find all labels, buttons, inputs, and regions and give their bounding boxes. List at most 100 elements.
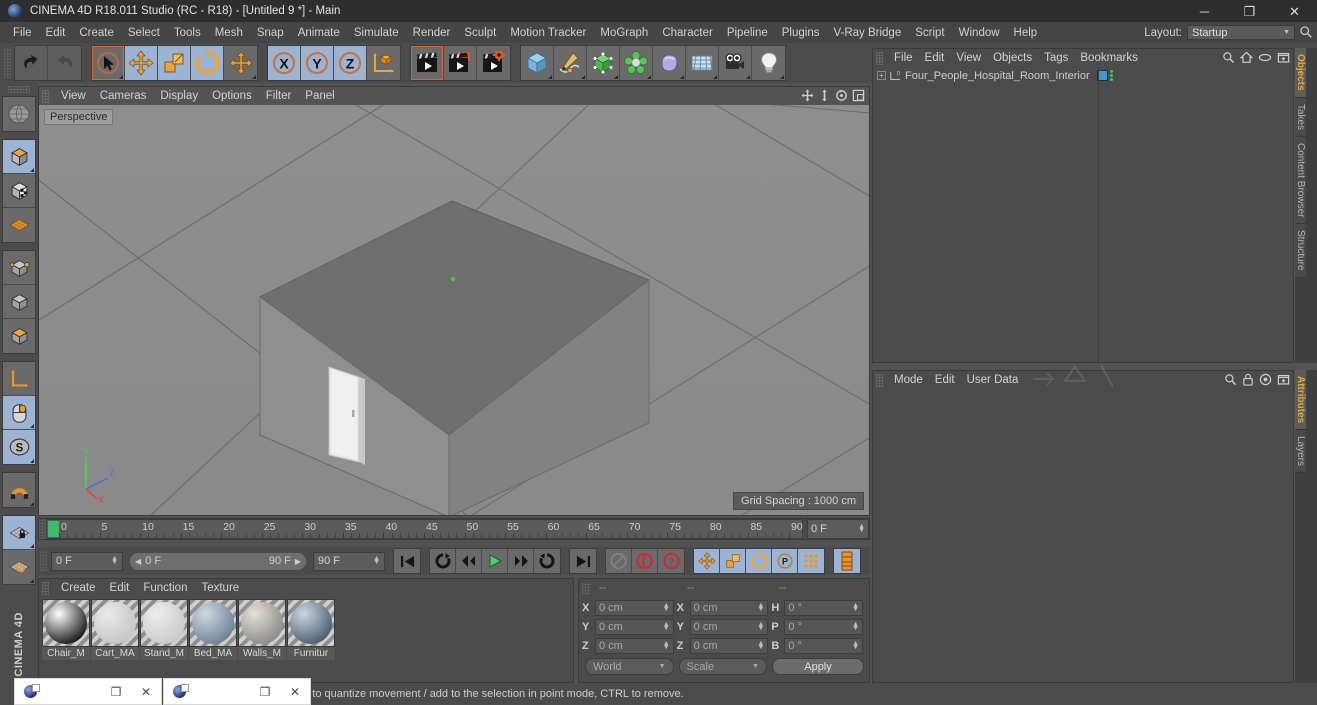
polygons-mode-button[interactable]: [3, 319, 35, 353]
spinner-icon[interactable]: ▲ ▼: [373, 555, 380, 566]
material-thumbnail[interactable]: [140, 599, 188, 647]
timeline-playhead[interactable]: [48, 521, 59, 537]
right-tab-content-browser[interactable]: Content Browser: [1295, 136, 1306, 225]
overlay-close-1[interactable]: ✕: [131, 685, 161, 699]
menu-item-file[interactable]: File: [6, 25, 39, 41]
maximize-button[interactable]: ❐: [1227, 0, 1272, 22]
menu-item-animate[interactable]: Animate: [291, 25, 347, 41]
visible-editor-dot[interactable]: [1109, 70, 1113, 73]
menu-item-pipeline[interactable]: Pipeline: [720, 25, 775, 41]
spinner-icon[interactable]: ▲ ▼: [852, 602, 859, 613]
menu-item-sculpt[interactable]: Sculpt: [457, 25, 503, 41]
toolbar-grip[interactable]: [4, 48, 11, 78]
left-toolbar-grip[interactable]: [8, 86, 30, 93]
timeline-frame-field[interactable]: 0 F ▲ ▼: [807, 519, 869, 539]
viewport-grip[interactable]: [42, 89, 49, 103]
axis-mode-button[interactable]: [3, 362, 35, 396]
spinner-icon[interactable]: ▲ ▼: [663, 640, 670, 651]
plus-box-icon[interactable]: [1277, 51, 1290, 64]
menu-item-mograph[interactable]: MoGraph: [593, 25, 655, 41]
spinner-icon[interactable]: ▲ ▼: [858, 523, 865, 534]
close-button[interactable]: ✕: [1272, 0, 1317, 22]
attribute-menu-edit[interactable]: Edit: [929, 373, 961, 387]
visible-extra-dot[interactable]: [1109, 78, 1113, 81]
dolly-viewport-button[interactable]: [817, 88, 832, 103]
menu-item-v-ray-bridge[interactable]: V-Ray Bridge: [826, 25, 908, 41]
object-menu-tags[interactable]: Tags: [1038, 51, 1074, 65]
timeline-grip[interactable]: [39, 519, 46, 539]
step-forward-button[interactable]: [508, 549, 534, 573]
viewport-menu-filter[interactable]: Filter: [259, 89, 299, 103]
add-spline-button[interactable]: [554, 46, 587, 80]
timeline-toggle-button[interactable]: [834, 549, 860, 573]
preview-range-slider[interactable]: ◀ 0 F 90 F ▶: [129, 551, 307, 571]
material-item[interactable]: Furnitur: [287, 599, 335, 660]
object-tags[interactable]: [1096, 70, 1113, 81]
timeline-track[interactable]: 0 5 10 15 20 25 30 35 40 45 50 55 60 65 70 75 80 85 90: [46, 519, 803, 540]
move-alt-tool[interactable]: [224, 46, 257, 80]
x-axis-lock[interactable]: X: [268, 46, 301, 80]
spinner-icon[interactable]: ▲ ▼: [852, 621, 859, 632]
material-menu-texture[interactable]: Texture: [194, 581, 246, 595]
live-selection-tool[interactable]: [92, 46, 125, 80]
menu-item-edit[interactable]: Edit: [39, 25, 73, 41]
size-mode-dropdown[interactable]: Scale ▼: [678, 658, 767, 675]
loop-button[interactable]: [534, 549, 560, 573]
coord-size-input[interactable]: 0 cm ▲ ▼: [689, 599, 769, 616]
material-thumbnail[interactable]: [91, 599, 139, 647]
overlay-minimize-1[interactable]: ❐: [101, 685, 131, 699]
add-deformer-button[interactable]: [653, 46, 686, 80]
material-menu-function[interactable]: Function: [136, 581, 194, 595]
search-icon[interactable]: [1224, 373, 1237, 386]
step-back-button[interactable]: [456, 549, 482, 573]
rotate-tool[interactable]: [191, 46, 224, 80]
object-menu-bookmarks[interactable]: Bookmarks: [1074, 51, 1144, 65]
planar-workplane-button[interactable]: [3, 550, 35, 584]
play-reverse-loop-button[interactable]: [430, 549, 456, 573]
undo-button[interactable]: [15, 46, 48, 80]
edges-mode-button[interactable]: [3, 285, 35, 319]
go-to-end-button[interactable]: [570, 549, 596, 573]
object-menu-file[interactable]: File: [888, 51, 919, 65]
attribute-menu-user-data[interactable]: User Data: [961, 373, 1025, 387]
material-item[interactable]: Bed_MA: [189, 599, 237, 660]
right-tab-takes[interactable]: Takes: [1295, 97, 1306, 137]
keyframe-selection-button[interactable]: ?: [658, 549, 684, 573]
redo-button[interactable]: [48, 46, 81, 80]
render-settings-button[interactable]: [477, 46, 510, 80]
material-item[interactable]: Walls_M: [238, 599, 286, 660]
spinner-icon[interactable]: ▲ ▼: [852, 640, 859, 651]
viewport-panel[interactable]: View Cameras Display Options Filter Panel: [38, 86, 870, 516]
object-visibility-dots[interactable]: [1109, 70, 1113, 81]
menu-item-select[interactable]: Select: [121, 25, 167, 41]
menu-item-plugins[interactable]: Plugins: [775, 25, 827, 41]
menu-item-snap[interactable]: Snap: [250, 25, 291, 41]
menu-item-create[interactable]: Create: [72, 25, 121, 41]
menu-item-render[interactable]: Render: [406, 25, 458, 41]
maximize-viewport-button[interactable]: [851, 88, 866, 103]
render-to-picture-viewer-button[interactable]: [444, 46, 477, 80]
workplane-mode-button[interactable]: [3, 208, 35, 242]
object-menu-objects[interactable]: Objects: [987, 51, 1038, 65]
object-menu-edit[interactable]: Edit: [919, 51, 951, 65]
search-icon[interactable]: [1222, 51, 1235, 64]
material-menu-create[interactable]: Create: [54, 581, 103, 595]
menu-item-mesh[interactable]: Mesh: [208, 25, 250, 41]
spinner-icon[interactable]: ▲ ▼: [111, 555, 118, 566]
menu-item-simulate[interactable]: Simulate: [347, 25, 406, 41]
object-tree[interactable]: + 0 Four_People_Hospital_Room_Interior: [873, 67, 1293, 362]
end-frame-input[interactable]: 90 F ▲ ▼: [313, 551, 385, 571]
menu-item-motion-tracker[interactable]: Motion Tracker: [503, 25, 593, 41]
timeline-ruler[interactable]: 0 5 10 15 20 25 30 35 40 45 50 55 60 65 70 75 80 85 90 0 F…: [38, 518, 870, 540]
key-parameter-button[interactable]: P: [772, 549, 798, 573]
coord-rotation-input[interactable]: 0 ° ▲ ▼: [784, 599, 864, 616]
apply-button[interactable]: Apply: [772, 658, 864, 675]
add-mograph-button[interactable]: [620, 46, 653, 80]
expand-toggle-icon[interactable]: +: [877, 71, 886, 80]
viewport-canvas[interactable]: Y Z X: [39, 105, 869, 515]
minimize-button[interactable]: ─: [1182, 0, 1227, 22]
key-rotation-button[interactable]: [746, 549, 772, 573]
record-active-objects-button[interactable]: [606, 549, 632, 573]
spinner-icon[interactable]: ▲ ▼: [757, 640, 764, 651]
minus-oval-icon[interactable]: [1258, 51, 1272, 64]
